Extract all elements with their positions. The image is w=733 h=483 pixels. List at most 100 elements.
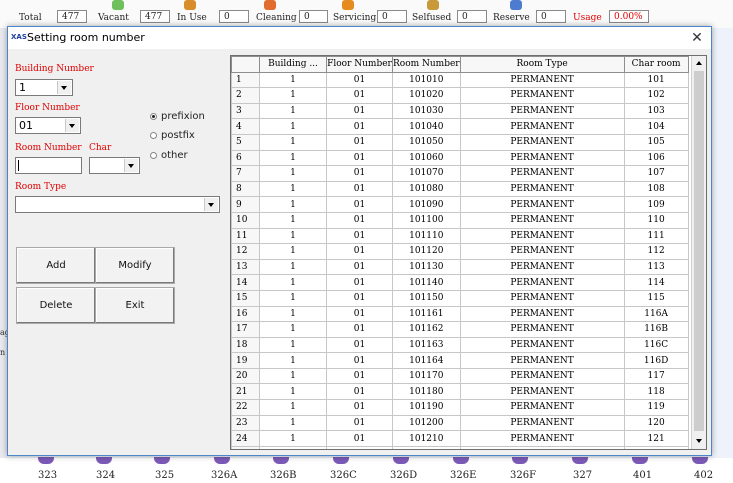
building-cell[interactable]: 1 (259, 133, 327, 151)
char-room-cell[interactable]: 101 (623, 71, 689, 89)
floor-number-cell[interactable]: 01 (326, 149, 393, 167)
building-cell[interactable]: 1 (259, 165, 327, 182)
building-cell[interactable]: 1 (259, 243, 327, 260)
room-type-cell[interactable]: PERMANENT (459, 149, 625, 167)
table-row[interactable]: 5 1 01 101050 PERMANENT 105 (231, 133, 689, 151)
char-room-cell[interactable]: 117 (623, 367, 689, 385)
floor-number-cell[interactable]: 01 (326, 118, 393, 135)
building-cell[interactable]: 1 (259, 274, 327, 291)
close-button[interactable]: ✕ (686, 29, 708, 47)
row-number-cell[interactable]: 3 (231, 102, 260, 120)
char-room-cell[interactable]: 102 (623, 87, 689, 104)
room-type-cell[interactable]: PERMANENT (459, 289, 625, 307)
row-number-cell[interactable]: 24 (231, 430, 260, 447)
room-tile-label[interactable]: 326F (510, 470, 536, 481)
header-room-type[interactable]: Room Type (459, 56, 625, 73)
floor-number-cell[interactable]: 01 (326, 399, 393, 416)
chevron-down-icon[interactable] (65, 119, 79, 132)
room-number-cell[interactable]: 101090 (392, 196, 461, 213)
building-cell[interactable]: 1 (259, 102, 327, 120)
room-type-cell[interactable]: PERMANENT (459, 399, 625, 416)
room-number-cell[interactable]: 101070 (392, 165, 461, 182)
room-type-cell[interactable]: PERMANENT (459, 211, 625, 229)
char-room-cell[interactable]: 108 (623, 180, 689, 198)
room-type-cell[interactable]: PERMANENT (459, 227, 625, 245)
room-number-cell[interactable]: 101080 (392, 180, 461, 198)
char-room-cell[interactable]: 122A (623, 445, 689, 449)
radio-selected-icon[interactable] (150, 113, 157, 120)
table-row[interactable]: 6 1 01 101060 PERMANENT 106 (231, 149, 689, 167)
floor-number-cell[interactable]: 01 (326, 321, 393, 338)
room-tile-label[interactable]: 323 (38, 470, 57, 481)
row-number-cell[interactable]: 18 (231, 336, 260, 354)
table-row[interactable]: 8 1 01 101080 PERMANENT 108 (231, 180, 689, 198)
building-cell[interactable]: 1 (259, 305, 327, 323)
building-cell[interactable]: 1 (259, 289, 327, 307)
char-room-cell[interactable]: 119 (623, 399, 689, 416)
building-cell[interactable]: 1 (259, 321, 327, 338)
building-cell[interactable]: 1 (259, 336, 327, 354)
room-number-cell[interactable]: 101162 (392, 321, 461, 338)
building-cell[interactable]: 1 (259, 383, 327, 401)
table-row[interactable]: 11 1 01 101110 PERMANENT 111 (231, 227, 689, 245)
header-char-room[interactable]: Char room (623, 56, 689, 73)
room-type-select[interactable] (15, 196, 220, 213)
room-number-cell[interactable]: 101100 (392, 211, 461, 229)
row-number-cell[interactable]: 5 (231, 133, 260, 151)
room-type-cell[interactable]: PERMANENT (459, 367, 625, 385)
char-room-cell[interactable]: 106 (623, 149, 689, 167)
table-row[interactable]: 16 1 01 101161 PERMANENT 116A (231, 305, 689, 323)
radio-unselected-icon[interactable] (150, 152, 157, 159)
table-row[interactable]: 3 1 01 101030 PERMANENT 103 (231, 102, 689, 120)
row-number-cell[interactable]: 21 (231, 383, 260, 401)
room-number-cell[interactable]: 101150 (392, 289, 461, 307)
char-room-cell[interactable]: 112 (623, 243, 689, 260)
char-room-cell[interactable]: 120 (623, 414, 689, 432)
room-type-cell[interactable]: PERMANENT (459, 352, 625, 369)
table-row[interactable]: 19 1 01 101164 PERMANENT 116D (231, 352, 689, 369)
char-room-cell[interactable]: 113 (623, 258, 689, 276)
floor-number-cell[interactable]: 01 (326, 352, 393, 369)
table-row[interactable]: 1 1 01 101010 PERMANENT 101 (231, 71, 689, 89)
dialog-titlebar[interactable]: XAS Setting room number ✕ (8, 27, 711, 49)
table-row[interactable]: 23 1 01 101200 PERMANENT 120 (231, 414, 689, 432)
room-number-cell[interactable]: 101110 (392, 227, 461, 245)
room-type-cell[interactable]: PERMANENT (459, 430, 625, 447)
header-room-number[interactable]: Room Number (392, 56, 461, 73)
char-room-cell[interactable]: 115 (623, 289, 689, 307)
floor-number-cell[interactable]: 01 (326, 196, 393, 213)
floor-number-cell[interactable]: 01 (326, 243, 393, 260)
row-number-cell[interactable]: 7 (231, 165, 260, 182)
floor-number-cell[interactable]: 01 (326, 180, 393, 198)
room-tile-label[interactable]: 324 (96, 470, 115, 481)
table-row[interactable]: 9 1 01 101090 PERMANENT 109 (231, 196, 689, 213)
room-tile-label[interactable]: 326A (211, 470, 237, 481)
floor-number-cell[interactable]: 01 (326, 305, 393, 323)
chevron-down-icon[interactable] (124, 159, 138, 172)
room-number-cell[interactable]: 101161 (392, 305, 461, 323)
table-row[interactable]: 4 1 01 101040 PERMANENT 104 (231, 118, 689, 135)
row-number-cell[interactable]: 25 (231, 445, 260, 449)
room-number-cell[interactable]: 101180 (392, 383, 461, 401)
room-type-cell[interactable]: PERMANENT (459, 71, 625, 89)
room-number-cell[interactable]: 101221 (392, 445, 461, 449)
table-row[interactable]: 15 1 01 101150 PERMANENT 115 (231, 289, 689, 307)
scroll-down-icon[interactable] (693, 434, 705, 447)
exit-button[interactable]: Exit (95, 287, 175, 324)
room-number-cell[interactable]: 101190 (392, 399, 461, 416)
floor-number-cell[interactable]: 01 (326, 71, 393, 89)
building-cell[interactable]: 1 (259, 414, 327, 432)
row-number-cell[interactable]: 10 (231, 211, 260, 229)
modify-button[interactable]: Modify (95, 247, 175, 284)
floor-number-cell[interactable]: 01 (326, 367, 393, 385)
floor-number-cell[interactable]: 01 (326, 289, 393, 307)
room-tile-label[interactable]: 402 (694, 470, 713, 481)
row-number-cell[interactable]: 11 (231, 227, 260, 245)
room-number-cell[interactable]: 101200 (392, 414, 461, 432)
table-row[interactable]: 22 1 01 101190 PERMANENT 119 (231, 399, 689, 416)
floor-number-select[interactable]: 01 (15, 117, 81, 134)
room-type-cell[interactable]: PERMANENT (459, 383, 625, 401)
table-row[interactable]: 12 1 01 101120 PERMANENT 112 (231, 243, 689, 260)
room-number-input[interactable] (15, 157, 82, 174)
room-number-cell[interactable]: 101020 (392, 87, 461, 104)
